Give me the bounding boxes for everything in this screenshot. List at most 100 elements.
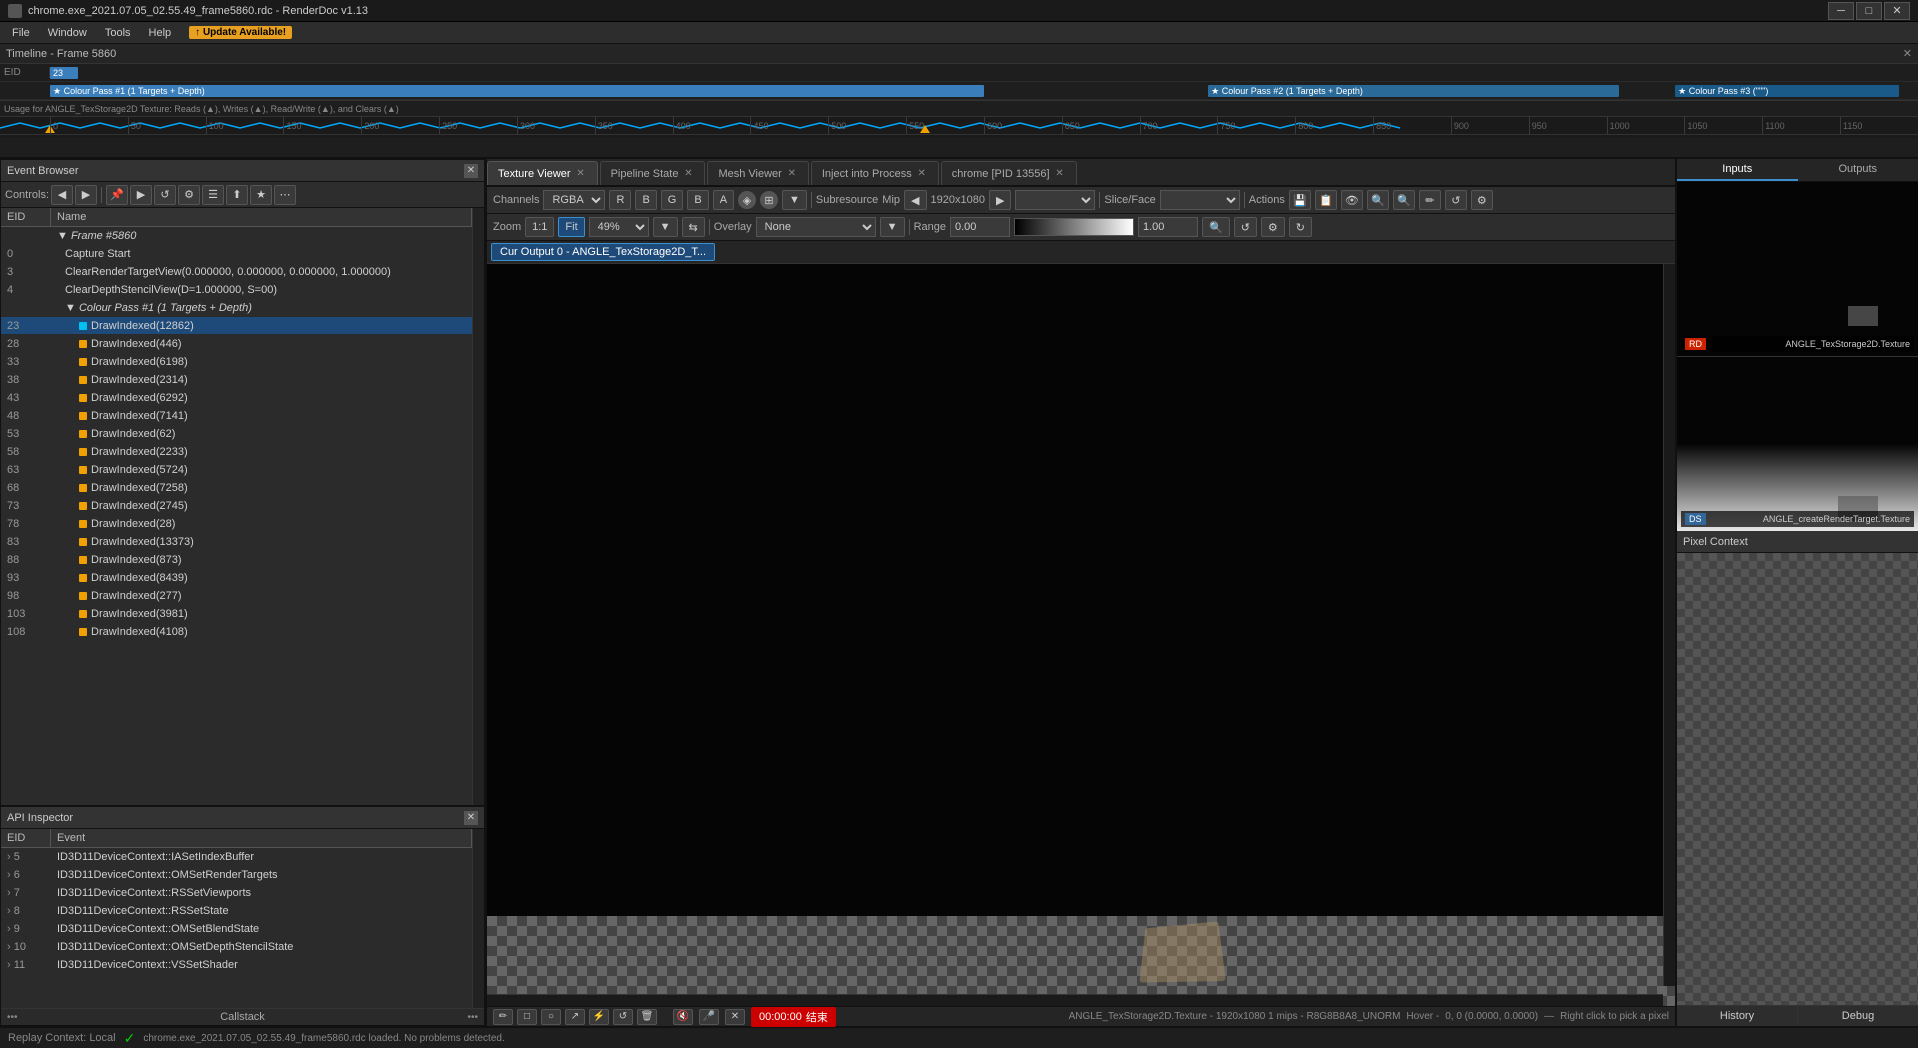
- table-row[interactable]: 73 DrawIndexed(2745): [1, 497, 472, 515]
- zoom-flip-button[interactable]: ⇆: [682, 217, 705, 237]
- viewport-scrollbar-v[interactable]: [1663, 264, 1675, 986]
- zoom-percent-select[interactable]: 49%: [589, 217, 649, 237]
- mip-select[interactable]: [1015, 190, 1095, 210]
- zoom-dropdown-button[interactable]: ▼: [653, 217, 678, 237]
- timeline-pass-content-1[interactable]: ★ Colour Pass #1 (1 Targets + Depth) ★ C…: [50, 82, 1918, 99]
- table-row[interactable]: 28 DrawIndexed(446): [1, 335, 472, 353]
- channels-select[interactable]: RGBA: [543, 190, 605, 210]
- timeline-close-button[interactable]: ✕: [1903, 47, 1912, 60]
- api-table-row[interactable]: › 8 ID3D11DeviceContext::RSSetState: [1, 902, 472, 920]
- action-settings2-button[interactable]: ⚙: [1471, 190, 1493, 210]
- tool-pencil-button[interactable]: ✏: [493, 1009, 513, 1025]
- close-button[interactable]: ✕: [1884, 2, 1910, 20]
- overlay-select[interactable]: None: [756, 217, 876, 237]
- outputs-tab[interactable]: Outputs: [1798, 159, 1918, 181]
- api-inspector-close-button[interactable]: ✕: [464, 811, 478, 825]
- table-row[interactable]: 58 DrawIndexed(2233): [1, 443, 472, 461]
- event-browser-scrollbar[interactable]: [472, 208, 484, 805]
- texture-viewport[interactable]: [487, 264, 1675, 1006]
- pixel-context-content[interactable]: [1677, 553, 1918, 1005]
- tab-texture-viewer[interactable]: Texture Viewer ✕: [487, 161, 598, 185]
- a-channel-button[interactable]: A: [713, 190, 734, 210]
- history-button[interactable]: History: [1677, 1006, 1798, 1026]
- forward-button[interactable]: ▶: [75, 185, 97, 205]
- tab-inject-close[interactable]: ✕: [916, 168, 928, 180]
- table-row[interactable]: 93 DrawIndexed(8439): [1, 569, 472, 587]
- range-reset-button[interactable]: ↺: [1234, 217, 1257, 237]
- table-row[interactable]: 43 DrawIndexed(6292): [1, 389, 472, 407]
- action-save-button[interactable]: 💾: [1289, 190, 1311, 210]
- table-row[interactable]: ▼ Colour Pass #1 (1 Targets + Depth): [1, 299, 472, 317]
- action-zoom-out-button[interactable]: 🔍: [1393, 190, 1415, 210]
- action-refresh-button[interactable]: ↺: [1445, 190, 1467, 210]
- audio-off-button[interactable]: 🔇: [673, 1009, 693, 1025]
- tool-circle-button[interactable]: ○: [541, 1009, 561, 1025]
- table-row[interactable]: 83 DrawIndexed(13373): [1, 533, 472, 551]
- table-row[interactable]: 103 DrawIndexed(3981): [1, 605, 472, 623]
- api-table-row[interactable]: › 10 ID3D11DeviceContext::OMSetDepthSten…: [1, 938, 472, 956]
- table-row-selected[interactable]: 23 DrawIndexed(12862): [1, 317, 472, 335]
- settings-button[interactable]: ⚙: [178, 185, 200, 205]
- table-row[interactable]: 98 DrawIndexed(277): [1, 587, 472, 605]
- tool-delete-button[interactable]: 🗑: [637, 1009, 657, 1025]
- export-button[interactable]: ⬆: [226, 185, 248, 205]
- table-row[interactable]: ▼ Frame #5860: [1, 227, 472, 245]
- tab-texture-viewer-close[interactable]: ✕: [575, 168, 587, 180]
- tab-chrome-close[interactable]: ✕: [1054, 168, 1066, 180]
- r-channel-button[interactable]: R: [609, 190, 631, 210]
- table-row[interactable]: 68 DrawIndexed(7258): [1, 479, 472, 497]
- api-table-row[interactable]: › 9 ID3D11DeviceContext::OMSetBlendState: [1, 920, 472, 938]
- debug-button[interactable]: Debug: [1798, 1006, 1918, 1026]
- play-button[interactable]: ▶: [130, 185, 152, 205]
- tab-inject[interactable]: Inject into Process ✕: [811, 161, 939, 185]
- menu-help[interactable]: Help: [141, 25, 180, 41]
- range-max-input[interactable]: 1.00: [1138, 217, 1198, 237]
- hdr-button[interactable]: ◈: [738, 191, 756, 209]
- table-row[interactable]: 88 DrawIndexed(873): [1, 551, 472, 569]
- tool-arrow-button[interactable]: ↗: [565, 1009, 585, 1025]
- b2-channel-button[interactable]: B: [687, 190, 708, 210]
- table-row[interactable]: 48 DrawIndexed(7141): [1, 407, 472, 425]
- table-row[interactable]: 3 ClearRenderTargetView(0.000000, 0.0000…: [1, 263, 472, 281]
- api-table-row[interactable]: › 6 ID3D11DeviceContext::OMSetRenderTarg…: [1, 866, 472, 884]
- loop-button[interactable]: ↺: [154, 185, 176, 205]
- tool-rect-button[interactable]: □: [517, 1009, 537, 1025]
- maximize-button[interactable]: □: [1856, 2, 1882, 20]
- api-table-row[interactable]: › 7 ID3D11DeviceContext::RSSetViewports: [1, 884, 472, 902]
- menu-file[interactable]: File: [4, 25, 38, 41]
- g-channel-button[interactable]: G: [661, 190, 684, 210]
- timeline-eid-content[interactable]: 23: [50, 64, 1918, 81]
- zoom-1-1-button[interactable]: 1:1: [525, 217, 554, 237]
- bookmarks-button[interactable]: 📌: [106, 185, 128, 205]
- tab-chrome[interactable]: chrome [PID 13556] ✕: [941, 161, 1077, 185]
- menu-window[interactable]: Window: [40, 25, 95, 41]
- inputs-tab[interactable]: Inputs: [1677, 159, 1798, 181]
- mip-prev-button[interactable]: ◀: [904, 190, 926, 210]
- action-pencil-button[interactable]: ✏: [1419, 190, 1441, 210]
- range-refresh-button[interactable]: ↻: [1289, 217, 1312, 237]
- output-tab-0[interactable]: Cur Output 0 - ANGLE_TexStorage2D_T...: [491, 243, 715, 261]
- update-badge[interactable]: ↑ Update Available!: [189, 26, 292, 39]
- filter-button[interactable]: ☰: [202, 185, 224, 205]
- minimize-button[interactable]: ─: [1828, 2, 1854, 20]
- back-button[interactable]: ◀: [51, 185, 73, 205]
- menu-tools[interactable]: Tools: [97, 25, 139, 41]
- tool-undo-button[interactable]: ↺: [613, 1009, 633, 1025]
- table-row[interactable]: 4 ClearDepthStencilView(D=1.000000, S=00…: [1, 281, 472, 299]
- table-row[interactable]: 108 DrawIndexed(4108): [1, 623, 472, 641]
- action-copy-button[interactable]: 📋: [1315, 190, 1337, 210]
- texture-thumb-1[interactable]: RD ANGLE_TexStorage2D.Texture: [1677, 182, 1918, 357]
- b-channel-button[interactable]: B: [635, 190, 656, 210]
- tab-pipeline-state[interactable]: Pipeline State ✕: [600, 161, 706, 185]
- range-search-button[interactable]: 🔍: [1202, 217, 1230, 237]
- tool-lightning-button[interactable]: ⚡: [589, 1009, 609, 1025]
- display-button[interactable]: ⊞: [760, 191, 778, 209]
- tab-mesh-viewer[interactable]: Mesh Viewer ✕: [707, 161, 808, 185]
- tab-pipeline-state-close[interactable]: ✕: [682, 168, 694, 180]
- overlay-arrow-button[interactable]: ▼: [880, 217, 905, 237]
- api-inspector-table[interactable]: EID Event › 5 ID3D11DeviceContext::IASet…: [1, 829, 472, 1008]
- gamma-button[interactable]: ▼: [782, 190, 807, 210]
- mip-next-button[interactable]: ▶: [989, 190, 1011, 210]
- api-table-row[interactable]: › 5 ID3D11DeviceContext::IASetIndexBuffe…: [1, 848, 472, 866]
- action-view-button[interactable]: 👁: [1341, 190, 1363, 210]
